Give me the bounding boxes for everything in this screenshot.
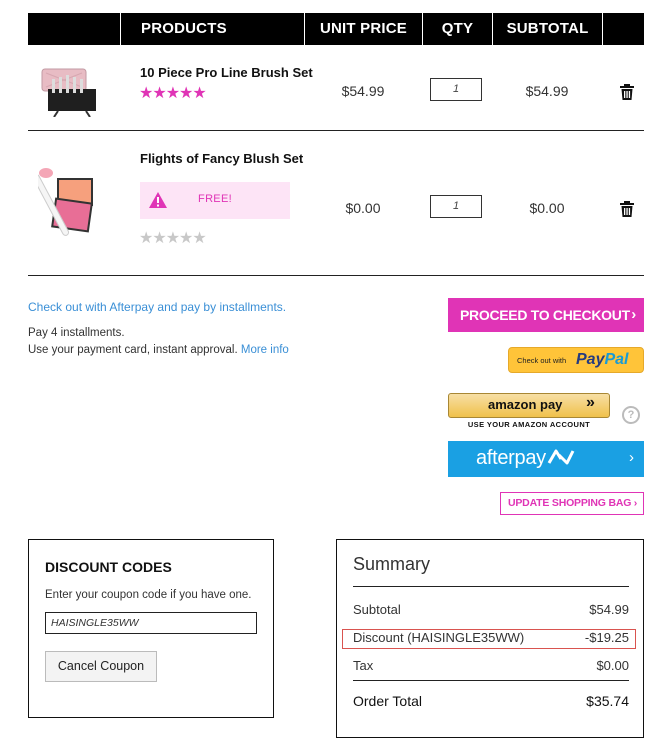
cart-row: 10 Piece Pro Line Brush Set ★★★★★ $54.99… (28, 45, 644, 131)
star-icon: ★ (139, 85, 153, 102)
paypal-checkout-button[interactable]: Check out with PayPal (508, 347, 644, 373)
chevron-right-icon: › (629, 449, 634, 466)
double-chevron-icon: » (586, 394, 595, 411)
header-products: PRODUCTS (120, 13, 304, 45)
rating-stars: ★★★★★ (139, 228, 207, 248)
summary-subtotal-row: Subtotal $54.99 (353, 602, 629, 617)
proceed-to-checkout-button[interactable]: PROCEED TO CHECKOUT › (448, 298, 644, 332)
free-gift-badge: FREE! (140, 182, 290, 219)
discount-hint: Enter your coupon code if you have one. (45, 589, 252, 601)
tax-label: Tax (353, 658, 374, 673)
discount-title: DISCOUNT CODES (45, 559, 172, 575)
update-shopping-bag-button[interactable]: UPDATE SHOPPING BAG › (500, 492, 644, 515)
help-icon[interactable]: ? (622, 406, 640, 424)
trash-icon[interactable] (620, 201, 634, 217)
summary-total-row: Order Total $35.74 (353, 693, 629, 709)
qty-input[interactable]: 1 (430, 195, 482, 218)
proceed-label: PROCEED TO CHECKOUT (460, 307, 630, 323)
paypal-logo-pal: Pal (604, 351, 629, 368)
amazon-pay-logo: amazon pay (488, 397, 563, 412)
star-icon: ★ (139, 230, 153, 247)
update-bag-label: UPDATE SHOPPING BAG (508, 497, 632, 509)
rating-stars: ★★★★★ (139, 83, 207, 103)
summary-tax-row: Tax $0.00 (353, 658, 629, 673)
product-thumbnail-blush-set[interactable] (38, 167, 102, 239)
row-subtotal: $0.00 (529, 200, 565, 216)
payment-card-label: Use your payment card, instant approval. (28, 344, 238, 356)
star-icon: ★ (179, 230, 193, 247)
star-icon: ★ (152, 85, 166, 102)
discount-value: -$19.25 (584, 630, 629, 645)
subtotal-label: Subtotal (353, 602, 401, 617)
amazon-pay-button[interactable]: amazon pay » USE YOUR AMAZON ACCOUNT (448, 393, 610, 430)
row-subtotal: $54.99 (525, 83, 569, 99)
star-icon: ★ (165, 230, 180, 247)
star-icon: ★ (192, 85, 206, 102)
summary-discount-row: Discount (HAISINGLE35WW) -$19.25 (353, 630, 629, 645)
cart-table-header: PRODUCTS UNIT PRICE QTY SUBTOTAL (28, 13, 644, 45)
amazon-account-text: USE YOUR AMAZON ACCOUNT (467, 420, 591, 429)
star-icon: ★ (165, 85, 180, 102)
cart-row: Flights of Fancy Blush Set FREE! ★★★★★ $… (28, 131, 644, 276)
product-thumbnail-brush-set[interactable] (36, 59, 100, 117)
header-qty: QTY (422, 13, 492, 45)
cancel-coupon-button[interactable]: Cancel Coupon (45, 651, 157, 682)
payment-card-text: Use your payment card, instant approval.… (28, 344, 289, 356)
afterpay-logo: afterpay (476, 447, 579, 470)
unit-price: $0.00 (345, 200, 381, 216)
tax-value: $0.00 (596, 658, 629, 673)
unit-price: $54.99 (341, 83, 385, 99)
qty-input[interactable]: 1 (430, 78, 482, 101)
coupon-code-input[interactable]: HAISINGLE35WW (45, 612, 257, 634)
more-info-link[interactable]: More info (241, 344, 289, 356)
header-subtotal: SUBTOTAL (492, 13, 602, 45)
order-total-value: $35.74 (586, 693, 629, 709)
paypal-logo: PayPal (576, 351, 628, 369)
divider (353, 680, 629, 681)
free-label: FREE! (198, 193, 232, 205)
paypal-logo-pay: Pay (576, 351, 605, 368)
header-actions-col (602, 13, 644, 45)
trash-icon[interactable] (620, 84, 634, 100)
header-unit-price: UNIT PRICE (304, 13, 422, 45)
afterpay-link[interactable]: Check out with Afterpay and pay by insta… (28, 300, 286, 314)
paypal-prefix: Check out with (517, 356, 567, 365)
chevron-right-icon: › (633, 497, 638, 509)
afterpay-button[interactable]: afterpay › (448, 441, 644, 477)
pay4-text: Pay 4 installments. (28, 327, 125, 339)
summary-title: Summary (353, 554, 431, 574)
chevron-right-icon: › (631, 306, 636, 323)
header-image-col (28, 13, 120, 45)
discount-label: Discount (HAISINGLE35WW) (353, 630, 525, 645)
product-name[interactable]: Flights of Fancy Blush Set (140, 151, 303, 166)
divider (353, 586, 629, 587)
order-summary-panel: Summary Subtotal $54.99 Discount (HAISIN… (336, 539, 644, 738)
order-total-label: Order Total (353, 693, 422, 709)
product-name[interactable]: 10 Piece Pro Line Brush Set (140, 65, 313, 80)
star-icon: ★ (192, 230, 206, 247)
star-icon: ★ (179, 85, 193, 102)
afterpay-mark-icon (547, 449, 575, 465)
subtotal-value: $54.99 (589, 602, 629, 617)
discount-codes-panel: DISCOUNT CODES Enter your coupon code if… (28, 539, 274, 718)
star-icon: ★ (152, 230, 166, 247)
afterpay-logo-text: afterpay (476, 447, 546, 469)
